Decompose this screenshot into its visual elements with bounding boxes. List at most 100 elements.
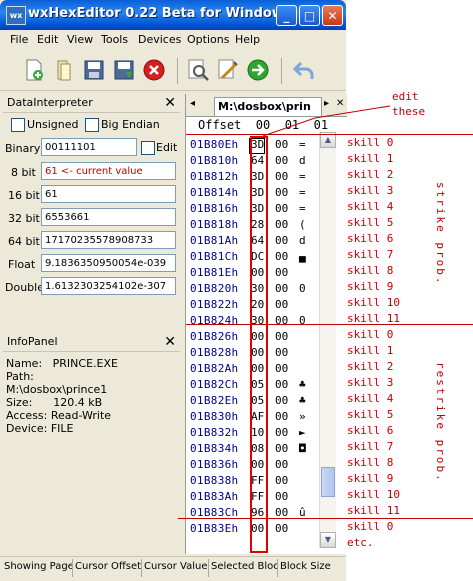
close-icon[interactable]: ✕ — [164, 333, 176, 351]
open-file-icon[interactable] — [52, 58, 76, 82]
maximize-icon[interactable]: □ — [299, 5, 320, 26]
row-offset: 01B818h — [190, 218, 239, 231]
byte-1[interactable]: 00 — [275, 298, 288, 311]
binary-field[interactable]: 00111101 — [41, 138, 137, 156]
8bit-field[interactable]: 61 <- current value — [41, 162, 176, 180]
replace-icon[interactable] — [216, 58, 240, 82]
byte-1[interactable]: 00 — [275, 442, 288, 455]
ascii-char[interactable]: ▄ — [299, 250, 306, 263]
unsigned-checkbox[interactable] — [11, 118, 25, 132]
skill-label: skill 1 — [347, 152, 394, 165]
new-file-icon[interactable] — [22, 58, 46, 82]
64bit-field[interactable]: 17170235578908733 — [41, 231, 176, 249]
toolbar-separator — [281, 58, 282, 84]
status-separator — [72, 559, 73, 577]
ascii-char[interactable]: ♣ — [299, 394, 306, 407]
ascii-char[interactable]: ♣ — [299, 378, 306, 391]
row-offset: 01B824h — [190, 314, 239, 327]
ascii-char[interactable]: 0 — [299, 314, 306, 327]
ascii-char[interactable]: 0 — [299, 282, 306, 295]
row-offset: 01B814h — [190, 186, 239, 199]
scroll-thumb[interactable] — [321, 467, 335, 497]
skill-label: skill 4 — [347, 392, 394, 405]
ascii-char[interactable]: d — [299, 234, 306, 247]
scroll-down-icon[interactable]: ▼ — [320, 532, 336, 548]
menu-tools[interactable]: Tools — [101, 33, 128, 46]
64bit-label: 64 bit — [8, 235, 40, 248]
32bit-field[interactable]: 6553661 — [41, 208, 176, 226]
byte-1[interactable]: 00 — [275, 234, 288, 247]
byte-1[interactable]: 00 — [275, 346, 288, 359]
edit-label: Edit — [156, 141, 178, 154]
save-icon[interactable] — [82, 58, 106, 82]
byte-1[interactable]: 00 — [275, 250, 288, 263]
goto-icon[interactable] — [246, 58, 270, 82]
byte-1[interactable]: 00 — [275, 490, 288, 503]
skill-label: skill 11 — [347, 312, 400, 325]
ascii-char[interactable]: ► — [299, 426, 306, 439]
close-icon[interactable]: ✕ — [164, 94, 176, 112]
skill-label: skill 8 — [347, 264, 394, 277]
ascii-char[interactable]: = — [299, 186, 306, 199]
vertical-scrollbar[interactable]: ▲ ▼ — [319, 132, 336, 548]
menu-edit[interactable]: Edit — [37, 33, 58, 46]
byte-1[interactable]: 00 — [275, 218, 288, 231]
byte-1[interactable]: 00 — [275, 282, 288, 295]
skill-label: skill 10 — [347, 296, 400, 309]
byte-1[interactable]: 00 — [275, 474, 288, 487]
skill-label: skill 7 — [347, 440, 394, 453]
menu-options[interactable]: Options — [187, 33, 229, 46]
menu-view[interactable]: View — [67, 33, 93, 46]
row-offset: 01B82Eh — [190, 394, 239, 407]
close-icon[interactable]: ✕ — [322, 5, 343, 26]
byte-1[interactable]: 00 — [275, 170, 288, 183]
float-field[interactable]: 9.1836350950054e-039 — [41, 254, 176, 272]
info-name: Name: PRINCE.EXE — [6, 357, 118, 370]
ascii-char[interactable]: = — [299, 170, 306, 183]
ascii-char[interactable]: ( — [299, 218, 306, 231]
annotation-line — [186, 324, 473, 325]
ascii-char[interactable]: = — [299, 202, 306, 215]
status-selected-block: Selected Block — [211, 561, 277, 572]
close-file-icon[interactable] — [142, 58, 166, 82]
minimize-icon[interactable]: _ — [276, 5, 297, 26]
menu-devices[interactable]: Devices — [138, 33, 181, 46]
byte-1[interactable]: 00 — [275, 330, 288, 343]
byte-1[interactable]: 00 — [275, 362, 288, 375]
byte-1[interactable]: 00 — [275, 266, 288, 279]
title-bar[interactable]: wx wxHexEditor 0.22 Beta for Windows _ □… — [0, 0, 346, 30]
byte-1[interactable]: 00 — [275, 410, 288, 423]
edit-checkbox[interactable] — [141, 141, 155, 155]
row-offset: 01B838h — [190, 474, 239, 487]
skill-label: skill 8 — [347, 456, 394, 469]
byte-1[interactable]: 00 — [275, 394, 288, 407]
byte-1[interactable]: 00 — [275, 186, 288, 199]
menu-file[interactable]: File — [10, 33, 28, 46]
undo-icon[interactable] — [292, 58, 316, 82]
skill-label: skill 0 — [347, 520, 394, 533]
byte-1[interactable]: 00 — [275, 202, 288, 215]
row-offset: 01B83Ah — [190, 490, 239, 503]
byte-1[interactable]: 00 — [275, 426, 288, 439]
ascii-char[interactable]: ◘ — [299, 442, 306, 455]
big-endian-checkbox[interactable] — [85, 118, 99, 132]
info-path: M:\dosbox\prince1 — [6, 383, 108, 396]
menu-help[interactable]: Help — [235, 33, 260, 46]
row-offset: 01B80Eh — [190, 138, 239, 151]
app-window: wx wxHexEditor 0.22 Beta for Windows _ □… — [0, 0, 347, 581]
save-as-icon[interactable] — [112, 58, 136, 82]
16bit-field[interactable]: 61 — [41, 185, 176, 203]
data-interpreter-panel: DataInterpreter ✕ Unsigned Big Endian Bi… — [3, 92, 180, 328]
ascii-char[interactable]: » — [299, 410, 306, 423]
byte-1[interactable]: 00 — [275, 458, 288, 471]
row-offset: 01B81Ah — [190, 234, 239, 247]
byte-1[interactable]: 00 — [275, 378, 288, 391]
double-field[interactable]: 1.6132303254102e-307 — [41, 277, 176, 295]
byte-1[interactable]: 00 — [275, 154, 288, 167]
ascii-char[interactable]: d — [299, 154, 306, 167]
tab-scroll-left-icon[interactable]: ◂ — [190, 98, 195, 109]
byte-1[interactable]: 00 — [275, 522, 288, 535]
byte-1[interactable]: 00 — [275, 314, 288, 327]
skill-label: skill 10 — [347, 488, 400, 501]
find-icon[interactable] — [186, 58, 210, 82]
